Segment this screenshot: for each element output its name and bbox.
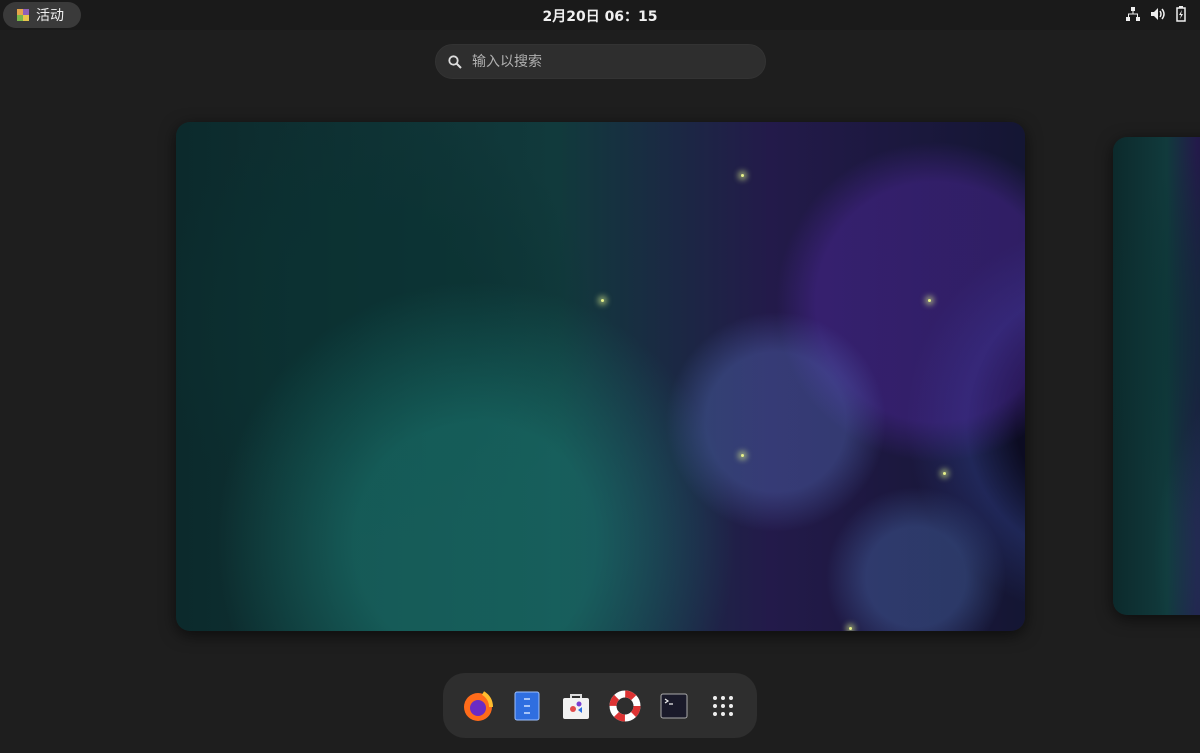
volume-icon[interactable] bbox=[1150, 7, 1166, 21]
workspace-thumbnail-current[interactable] bbox=[176, 122, 1025, 631]
app-grid-icon bbox=[712, 695, 733, 716]
gnome-logo-icon bbox=[17, 9, 29, 21]
help-icon bbox=[609, 690, 640, 721]
search-input[interactable] bbox=[472, 51, 732, 72]
search-field[interactable]: 输入以搜索 bbox=[435, 44, 766, 79]
top-bar: 活动 2月20日 06：15 bbox=[0, 0, 1200, 30]
dock-item-terminal[interactable] bbox=[656, 688, 692, 724]
network-wired-icon[interactable] bbox=[1126, 7, 1140, 21]
show-apps-button[interactable] bbox=[705, 688, 741, 724]
dock-item-software[interactable] bbox=[558, 688, 594, 724]
activities-label: 活动 bbox=[36, 8, 64, 24]
workspace-thumbnail-next[interactable] bbox=[1113, 137, 1200, 615]
firefox-icon bbox=[463, 690, 493, 721]
software-icon bbox=[562, 693, 589, 719]
dock-item-firefox[interactable] bbox=[460, 688, 496, 724]
dash bbox=[443, 673, 757, 738]
dock-item-help[interactable] bbox=[607, 688, 643, 724]
clock[interactable]: 2月20日 06：15 bbox=[542, 9, 657, 25]
dock-item-files[interactable] bbox=[509, 688, 545, 724]
terminal-icon bbox=[660, 693, 687, 718]
system-tray[interactable] bbox=[1126, 6, 1186, 22]
search-icon bbox=[448, 54, 462, 69]
files-icon bbox=[514, 691, 539, 720]
battery-charging-icon[interactable] bbox=[1176, 6, 1186, 22]
activities-button[interactable]: 活动 bbox=[3, 2, 81, 28]
